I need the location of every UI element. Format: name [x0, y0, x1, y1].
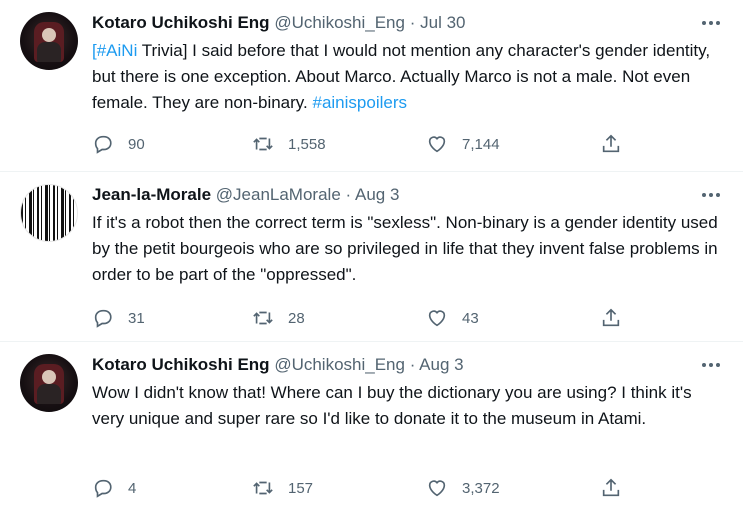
more-icon[interactable]	[697, 12, 725, 34]
avatar[interactable]	[20, 12, 78, 70]
avatar-face	[42, 370, 56, 384]
tweet-header: Kotaro Uchikoshi Eng @Uchikoshi_Eng · Ju…	[92, 12, 465, 34]
tweet[interactable]: Kotaro Uchikoshi Eng @Uchikoshi_Eng · Au…	[0, 342, 743, 516]
user-handle[interactable]: @Uchikoshi_Eng	[274, 13, 405, 32]
share-button[interactable]	[600, 130, 622, 158]
retweet-count: 1,558	[288, 135, 326, 153]
tweet[interactable]: Jean-la-Morale @JeanLaMorale · Aug 3 If …	[0, 172, 743, 342]
reply-count: 90	[128, 135, 145, 153]
retweet-icon	[253, 481, 273, 495]
like-count: 43	[462, 309, 479, 327]
avatar[interactable]	[20, 354, 78, 412]
heart-icon	[428, 480, 446, 497]
tweet-date[interactable]: Aug 3	[355, 185, 399, 204]
avatar[interactable]	[20, 184, 78, 242]
tweet-text: [#AiNi Trivia] I said before that I woul…	[92, 38, 728, 116]
share-icon	[602, 134, 620, 153]
retweet-count: 28	[288, 309, 305, 327]
action-bar: 4 157 3,372	[92, 474, 632, 502]
more-icon[interactable]	[697, 184, 725, 206]
share-icon	[602, 478, 620, 497]
tweet-header: Kotaro Uchikoshi Eng @Uchikoshi_Eng · Au…	[92, 354, 464, 376]
separator: ·	[409, 13, 416, 32]
display-name[interactable]: Kotaro Uchikoshi Eng	[92, 13, 270, 32]
retweet-icon	[253, 137, 273, 151]
tweet-text: If it's a robot then the correct term is…	[92, 213, 718, 284]
reply-icon	[94, 135, 112, 154]
more-icon[interactable]	[697, 354, 725, 376]
action-bar: 90 1,558 7,144	[92, 130, 632, 158]
retweet-count: 157	[288, 479, 314, 497]
retweet-button[interactable]: 157	[252, 474, 313, 502]
like-count: 3,372	[462, 479, 500, 497]
tweet-date[interactable]: Jul 30	[420, 13, 465, 32]
avatar-face	[42, 28, 56, 42]
retweet-button[interactable]: 1,558	[252, 130, 326, 158]
tweet[interactable]: Kotaro Uchikoshi Eng @Uchikoshi_Eng · Ju…	[0, 0, 743, 172]
separator: ·	[345, 185, 352, 204]
heart-icon	[428, 310, 446, 327]
reply-button[interactable]: 4	[92, 474, 136, 502]
tweet-date[interactable]: Aug 3	[419, 355, 463, 374]
tweet-header: Jean-la-Morale @JeanLaMorale · Aug 3	[92, 184, 399, 206]
user-handle[interactable]: @Uchikoshi_Eng	[274, 355, 405, 374]
display-name[interactable]: Jean-la-Morale	[92, 185, 211, 204]
hashtag-link[interactable]: [#AiNi	[92, 41, 137, 60]
like-button[interactable]: 7,144	[426, 130, 500, 158]
like-button[interactable]: 43	[426, 304, 479, 332]
hashtag-link[interactable]: #ainispoilers	[313, 93, 408, 112]
reply-button[interactable]: 90	[92, 130, 145, 158]
action-bar: 31 28 43	[92, 304, 632, 332]
like-button[interactable]: 3,372	[426, 474, 500, 502]
reply-icon	[94, 309, 112, 328]
reply-count: 4	[128, 479, 137, 497]
share-button[interactable]	[600, 474, 622, 502]
share-button[interactable]	[600, 304, 622, 332]
reply-button[interactable]: 31	[92, 304, 145, 332]
display-name[interactable]: Kotaro Uchikoshi Eng	[92, 355, 270, 374]
user-handle[interactable]: @JeanLaMorale	[216, 185, 341, 204]
avatar-body	[37, 42, 61, 62]
like-count: 7,144	[462, 135, 500, 153]
share-icon	[602, 308, 620, 327]
heart-icon	[428, 136, 446, 153]
tweet-text: Wow I didn't know that! Where can I buy …	[92, 383, 692, 428]
reply-count: 31	[128, 309, 145, 327]
avatar-body	[37, 384, 61, 404]
separator: ·	[409, 355, 416, 374]
reply-icon	[94, 479, 112, 498]
retweet-button[interactable]: 28	[252, 304, 305, 332]
retweet-icon	[253, 311, 273, 325]
